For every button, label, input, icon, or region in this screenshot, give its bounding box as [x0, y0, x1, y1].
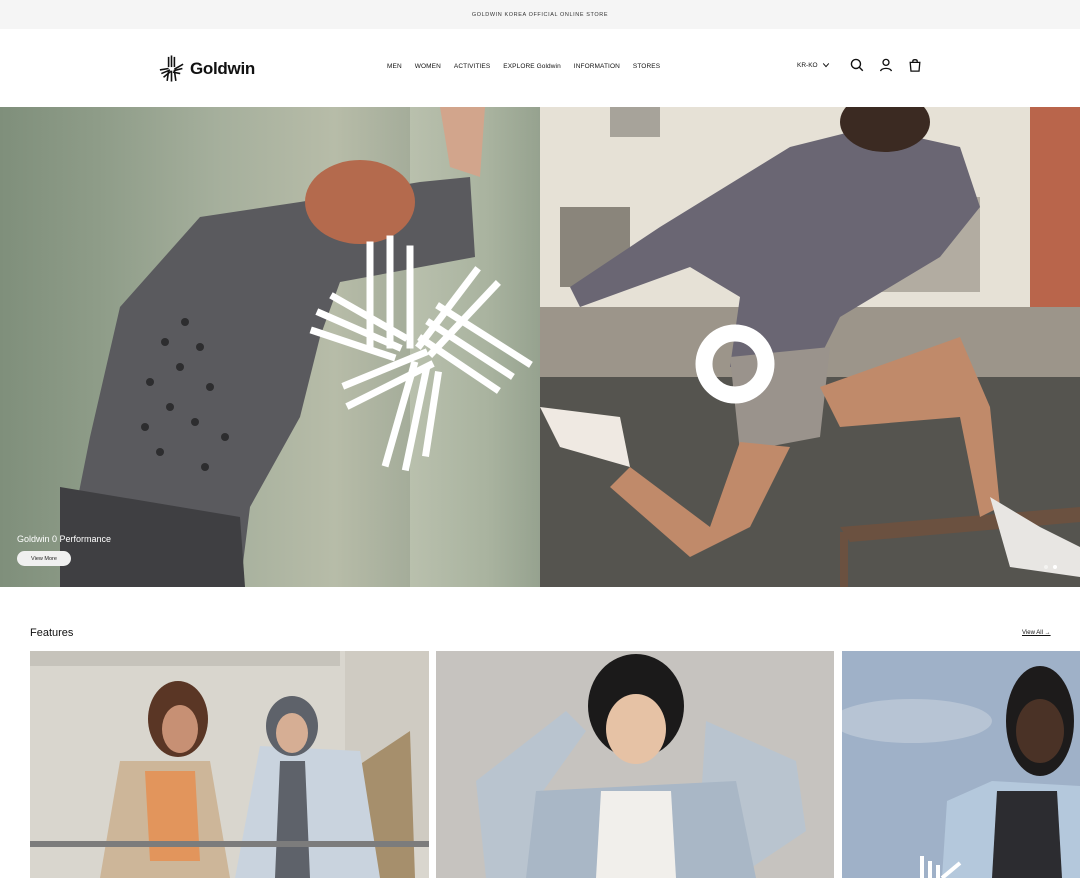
feature-card[interactable] [436, 651, 834, 878]
nav-item-activities[interactable]: ACTIVITIES [454, 63, 490, 70]
main-nav: MEN WOMEN ACTIVITIES EXPLORE Goldwin INF… [387, 63, 660, 70]
hero-title: Goldwin 0 Performance [17, 534, 112, 544]
nav-item-men[interactable]: MEN [387, 63, 402, 70]
carousel-dot-active[interactable] [1053, 565, 1057, 569]
hero-image-right [540, 107, 1080, 587]
search-icon[interactable] [850, 58, 864, 72]
features-carousel [30, 651, 1080, 878]
chevron-down-icon [822, 63, 829, 68]
cart-icon[interactable] [908, 58, 922, 72]
feature-card[interactable] [842, 651, 1080, 878]
nav-item-women[interactable]: WOMEN [415, 63, 441, 70]
announcement-bar: GOLDWIN KOREA OFFICIAL ONLINE STORE [0, 0, 1080, 29]
feature-image [30, 651, 429, 878]
hero-carousel[interactable]: Goldwin 0 Performance View More [0, 107, 1080, 587]
nav-item-explore[interactable]: EXPLORE Goldwin [503, 63, 561, 70]
letter-o-graphic [695, 324, 775, 404]
hero-image-left: Goldwin 0 Performance View More [0, 107, 540, 587]
view-more-button[interactable]: View More [17, 551, 71, 566]
goldwin-emblem-icon [309, 235, 533, 472]
feature-image [436, 651, 834, 878]
site-header: Goldwin MEN WOMEN ACTIVITIES EXPLORE Gol… [0, 29, 1080, 107]
features-title: Features [30, 627, 74, 639]
feature-image [842, 651, 1080, 878]
nav-item-stores[interactable]: STORES [633, 63, 660, 70]
nav-item-information[interactable]: INFORMATION [574, 63, 620, 70]
carousel-dot[interactable] [1044, 565, 1048, 569]
announcement-text: GOLDWIN KOREA OFFICIAL ONLINE STORE [471, 11, 609, 18]
carousel-dots [1044, 565, 1057, 569]
header-utilities: KR-KO [797, 58, 922, 72]
view-all-link[interactable]: View All → [1022, 630, 1051, 636]
logo-link[interactable]: Goldwin [157, 54, 255, 83]
logo-text: Goldwin [190, 58, 255, 78]
language-label: KR-KO [797, 61, 818, 69]
language-selector[interactable]: KR-KO [797, 61, 830, 69]
hero-scene-right [540, 107, 1080, 587]
account-icon[interactable] [879, 58, 893, 72]
goldwin-logo-icon [159, 55, 184, 82]
feature-card[interactable] [30, 651, 429, 878]
